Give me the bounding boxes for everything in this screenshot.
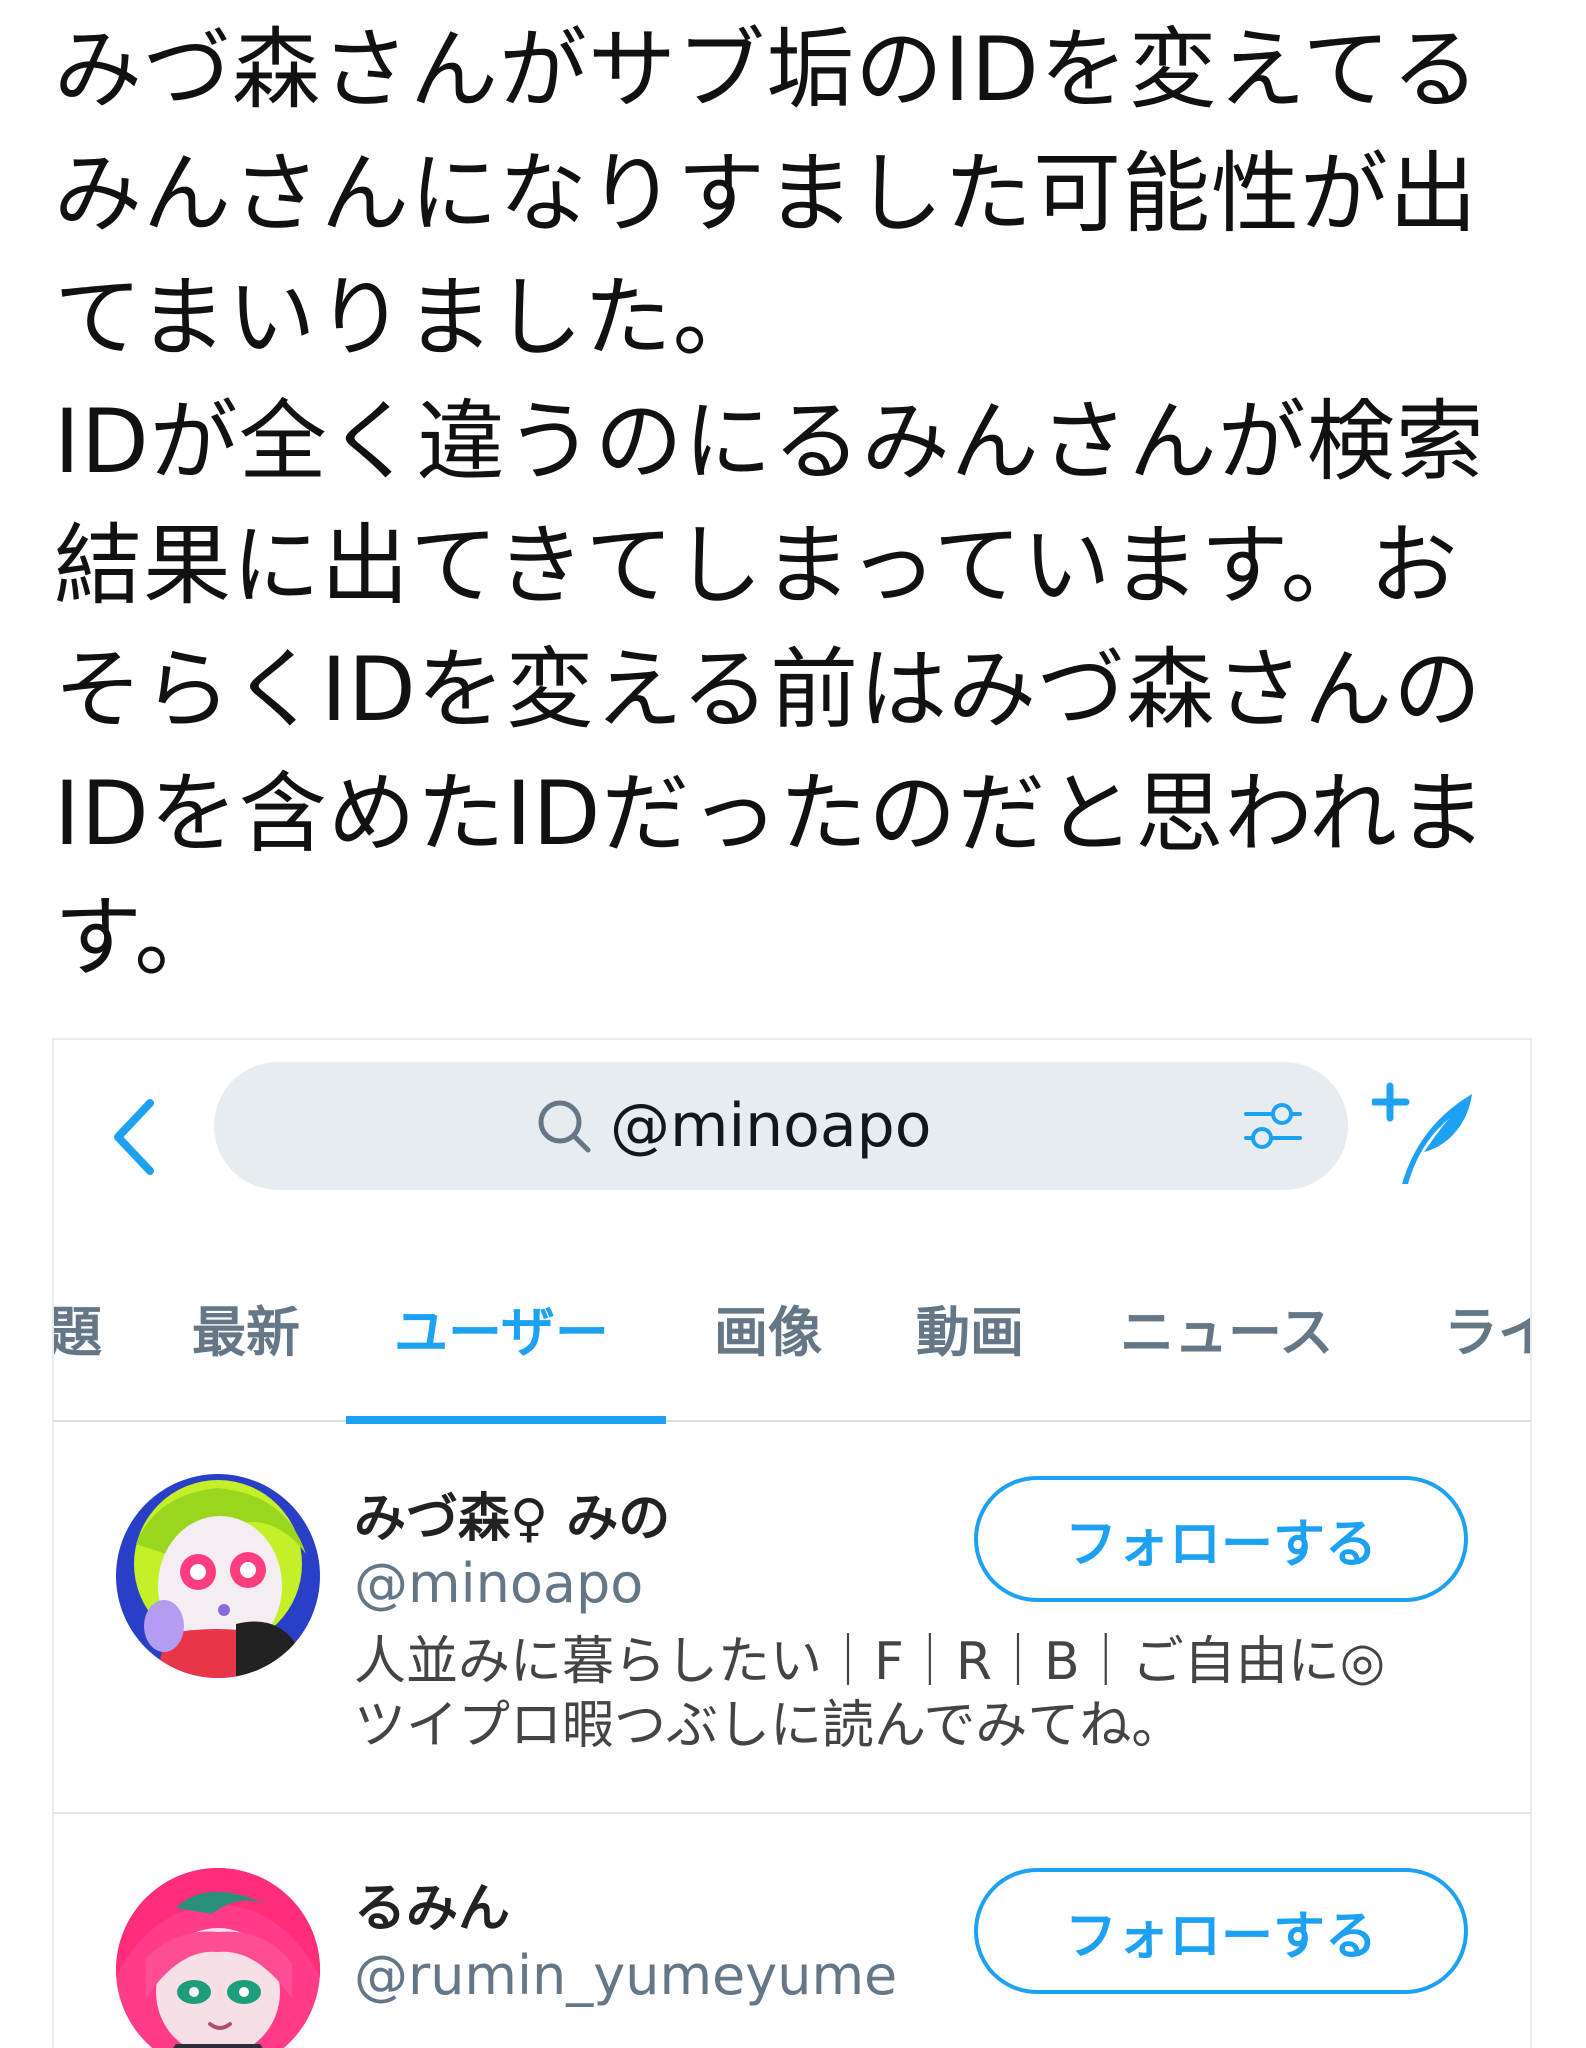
user-display-name: みづ森♀ みの	[354, 1489, 671, 1549]
tab-topics[interactable]: 題	[54, 1250, 102, 1418]
compose-tweet-icon[interactable]	[1372, 1080, 1482, 1190]
follow-button[interactable]: フォローする	[974, 1868, 1468, 1994]
back-chevron-icon	[114, 1099, 154, 1175]
filter-sliders-icon[interactable]	[1242, 1098, 1304, 1154]
avatar[interactable]	[116, 1868, 320, 2048]
tab-users[interactable]: ユーザー	[394, 1250, 609, 1418]
active-tab-indicator	[346, 1416, 666, 1424]
user-result-row[interactable]: るみん @rumin_yumeyume フォローする	[54, 1816, 1530, 2048]
search-tabs: 題 最新 ユーザー 画像 動画 ニュース ライ	[54, 1250, 1530, 1424]
tab-photos[interactable]: 画像	[714, 1250, 822, 1418]
follow-button[interactable]: フォローする	[974, 1476, 1468, 1602]
user-handle: @rumin_yumeyume	[354, 1944, 898, 2007]
search-header: @minoapo	[54, 1040, 1530, 1212]
back-button[interactable]	[100, 1092, 170, 1182]
embedded-search-screenshot: @minoapo 題 最新 ユーザー 画像 動画 ニュース ライ	[52, 1038, 1532, 2048]
tab-live[interactable]: ライ	[1444, 1250, 1530, 1418]
user-handle: @minoapo	[354, 1552, 644, 1615]
tab-videos[interactable]: 動画	[916, 1250, 1024, 1418]
search-query: @minoapo	[610, 1091, 932, 1161]
user-display-name: るみん	[354, 1879, 511, 1939]
search-input[interactable]: @minoapo	[214, 1062, 1348, 1190]
user-bio: 人並みに暮らしたい｜F｜R｜B｜ご自由に◎ ツイプロ暇つぶしに読んでみてね。	[354, 1632, 1386, 1756]
avatar[interactable]	[116, 1474, 320, 1678]
tab-latest[interactable]: 最新	[192, 1250, 300, 1418]
user-result-row[interactable]: みづ森♀ みの @minoapo 人並みに暮らしたい｜F｜R｜B｜ご自由に◎ ツ…	[54, 1424, 1530, 1814]
tweet-text: みづ森さんがサブ垢のIDを変えてるみんさんになりすました可能性が出てまいりました…	[54, 18, 1488, 989]
tab-news[interactable]: ニュース	[1120, 1250, 1333, 1418]
search-icon	[538, 1100, 591, 1153]
